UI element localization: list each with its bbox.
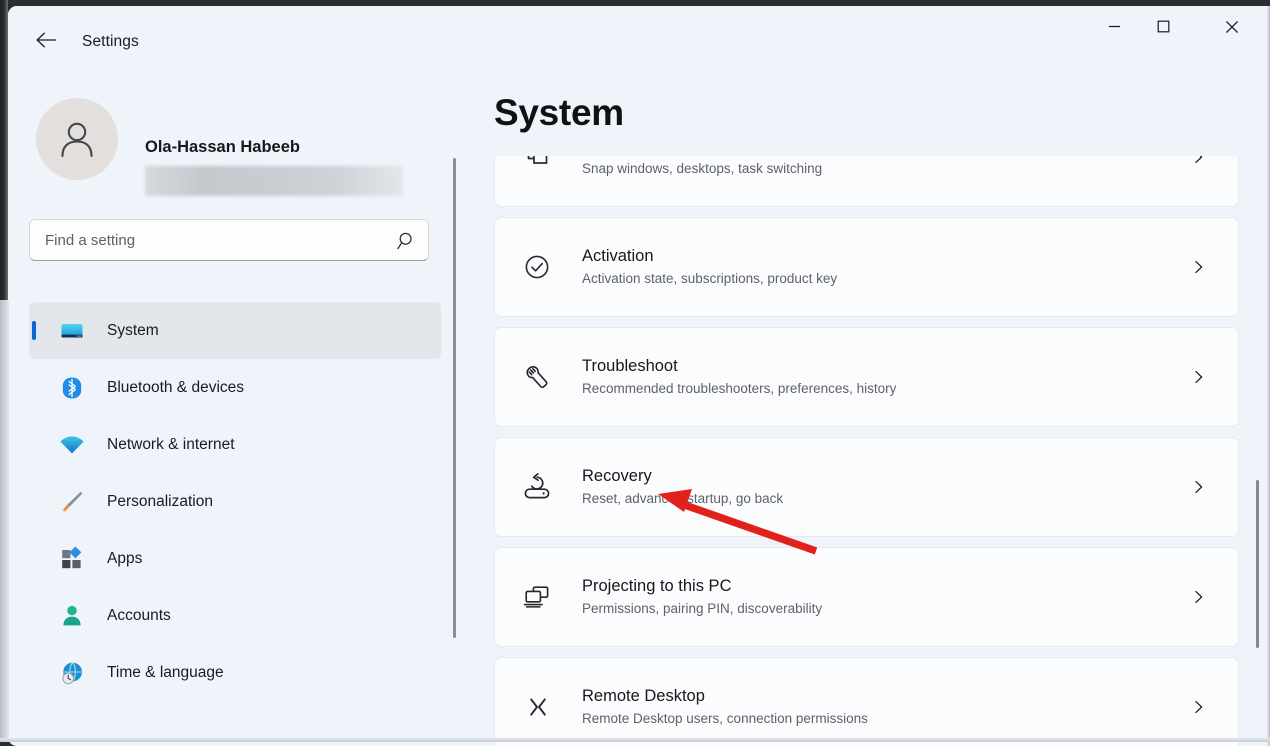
multitasking-icon bbox=[520, 156, 554, 174]
window-left-edge-bottom bbox=[0, 300, 9, 742]
user-name: Ola-Hassan Habeeb bbox=[145, 138, 300, 157]
settings-card-recovery[interactable]: Recovery Reset, advanced startup, go bac… bbox=[494, 437, 1239, 537]
paintbrush-icon bbox=[58, 488, 86, 516]
card-subtitle: Snap windows, desktops, task switching bbox=[582, 159, 822, 179]
clock-globe-icon bbox=[58, 659, 86, 687]
card-text: Troubleshoot Recommended troubleshooters… bbox=[582, 355, 896, 399]
sidebar-scrollbar-thumb[interactable] bbox=[453, 158, 456, 638]
close-icon bbox=[1225, 20, 1239, 34]
main-content: System Multitasking Snap windows, deskto… bbox=[463, 68, 1270, 746]
window-bottom-edge bbox=[0, 738, 1270, 742]
settings-card-troubleshoot[interactable]: Troubleshoot Recommended troubleshooters… bbox=[494, 327, 1239, 427]
card-subtitle: Recommended troubleshooters, preferences… bbox=[582, 379, 896, 399]
card-subtitle: Remote Desktop users, connection permiss… bbox=[582, 709, 868, 729]
sidebar-item-label: Personalization bbox=[107, 493, 213, 511]
search-magnifier-icon bbox=[397, 231, 417, 251]
sidebar-item-accounts[interactable]: Accounts bbox=[29, 587, 441, 644]
settings-list: Multitasking Snap windows, desktops, tas… bbox=[463, 156, 1270, 746]
settings-card-projecting-to-this-pc[interactable]: Projecting to this PC Permissions, pairi… bbox=[494, 547, 1239, 647]
sidebar-item-label: Accounts bbox=[107, 607, 171, 625]
settings-card-multitasking[interactable]: Multitasking Snap windows, desktops, tas… bbox=[494, 156, 1239, 207]
back-button[interactable] bbox=[28, 25, 64, 55]
search-icon[interactable] bbox=[397, 231, 417, 251]
minimize-icon bbox=[1108, 20, 1121, 33]
card-title: Projecting to this PC bbox=[582, 575, 822, 597]
card-subtitle: Activation state, subscriptions, product… bbox=[582, 269, 837, 289]
remote-desktop-icon bbox=[520, 690, 554, 724]
sidebar-item-apps[interactable]: Apps bbox=[29, 530, 441, 587]
back-arrow-icon bbox=[35, 31, 57, 49]
sidebar-item-label: Time & language bbox=[107, 664, 224, 682]
card-title: Remote Desktop bbox=[582, 685, 868, 707]
sidebar: Ola-Hassan Habeeb bbox=[8, 68, 463, 746]
chevron-right-icon bbox=[1190, 368, 1208, 386]
account-icon bbox=[58, 602, 86, 630]
card-text: Multitasking Snap windows, desktops, tas… bbox=[582, 156, 822, 179]
wrench-icon bbox=[520, 360, 554, 394]
chevron-right-icon bbox=[1190, 698, 1208, 716]
sidebar-item-system[interactable]: System bbox=[29, 302, 441, 359]
sidebar-item-bluetooth-devices[interactable]: Bluetooth & devices bbox=[29, 359, 441, 416]
monitor-icon bbox=[58, 317, 86, 345]
recovery-drive-icon bbox=[520, 470, 554, 504]
card-text: Remote Desktop Remote Desktop users, con… bbox=[582, 685, 868, 729]
user-email-redacted bbox=[145, 166, 403, 196]
card-text: Recovery Reset, advanced startup, go bac… bbox=[582, 465, 783, 509]
card-text: Activation Activation state, subscriptio… bbox=[582, 245, 837, 289]
apps-icon bbox=[58, 545, 86, 573]
card-subtitle: Reset, advanced startup, go back bbox=[582, 489, 783, 509]
projecting-icon bbox=[520, 580, 554, 614]
card-text: Projecting to this PC Permissions, pairi… bbox=[582, 575, 822, 619]
maximize-icon bbox=[1157, 20, 1170, 33]
sidebar-scrollbar[interactable] bbox=[450, 158, 458, 688]
main-scrollbar-thumb[interactable] bbox=[1256, 480, 1259, 648]
main-scrollbar[interactable] bbox=[1253, 168, 1262, 746]
card-title: Recovery bbox=[582, 465, 783, 487]
activation-check-icon bbox=[520, 250, 554, 284]
avatar bbox=[36, 98, 118, 180]
title-bar: Settings bbox=[8, 6, 1270, 68]
chevron-right-icon bbox=[1190, 258, 1208, 276]
wifi-icon bbox=[58, 431, 86, 459]
sidebar-item-label: Network & internet bbox=[107, 436, 235, 454]
app-title: Settings bbox=[82, 33, 139, 51]
chevron-right-icon bbox=[1190, 588, 1208, 606]
settings-window: Settings Ola-Ha bbox=[8, 6, 1270, 746]
card-subtitle: Permissions, pairing PIN, discoverabilit… bbox=[582, 599, 822, 619]
sidebar-nav: System Bluetooth & devices bbox=[29, 302, 441, 701]
search-input[interactable] bbox=[45, 220, 380, 260]
minimize-button[interactable] bbox=[1091, 6, 1138, 47]
user-profile[interactable]: Ola-Hassan Habeeb bbox=[28, 90, 428, 190]
sidebar-item-label: Bluetooth & devices bbox=[107, 379, 244, 397]
card-title: Activation bbox=[582, 245, 837, 267]
sidebar-item-network-internet[interactable]: Network & internet bbox=[29, 416, 441, 473]
settings-card-remote-desktop[interactable]: Remote Desktop Remote Desktop users, con… bbox=[494, 657, 1239, 746]
sidebar-item-label: System bbox=[107, 322, 159, 340]
search-box[interactable] bbox=[29, 219, 429, 261]
card-title: Multitasking bbox=[582, 156, 822, 158]
sidebar-item-personalization[interactable]: Personalization bbox=[29, 473, 441, 530]
settings-card-activation[interactable]: Activation Activation state, subscriptio… bbox=[494, 217, 1239, 317]
sidebar-item-time-language[interactable]: Time & language bbox=[29, 644, 441, 701]
maximize-button[interactable] bbox=[1140, 6, 1187, 47]
page-title: System bbox=[494, 92, 624, 134]
chevron-right-icon bbox=[1190, 156, 1208, 166]
sidebar-item-label: Apps bbox=[107, 550, 142, 568]
person-icon bbox=[54, 116, 100, 162]
selection-indicator bbox=[32, 321, 36, 340]
close-button[interactable] bbox=[1208, 6, 1255, 47]
chevron-right-icon bbox=[1190, 478, 1208, 496]
card-title: Troubleshoot bbox=[582, 355, 896, 377]
bluetooth-icon bbox=[58, 374, 86, 402]
